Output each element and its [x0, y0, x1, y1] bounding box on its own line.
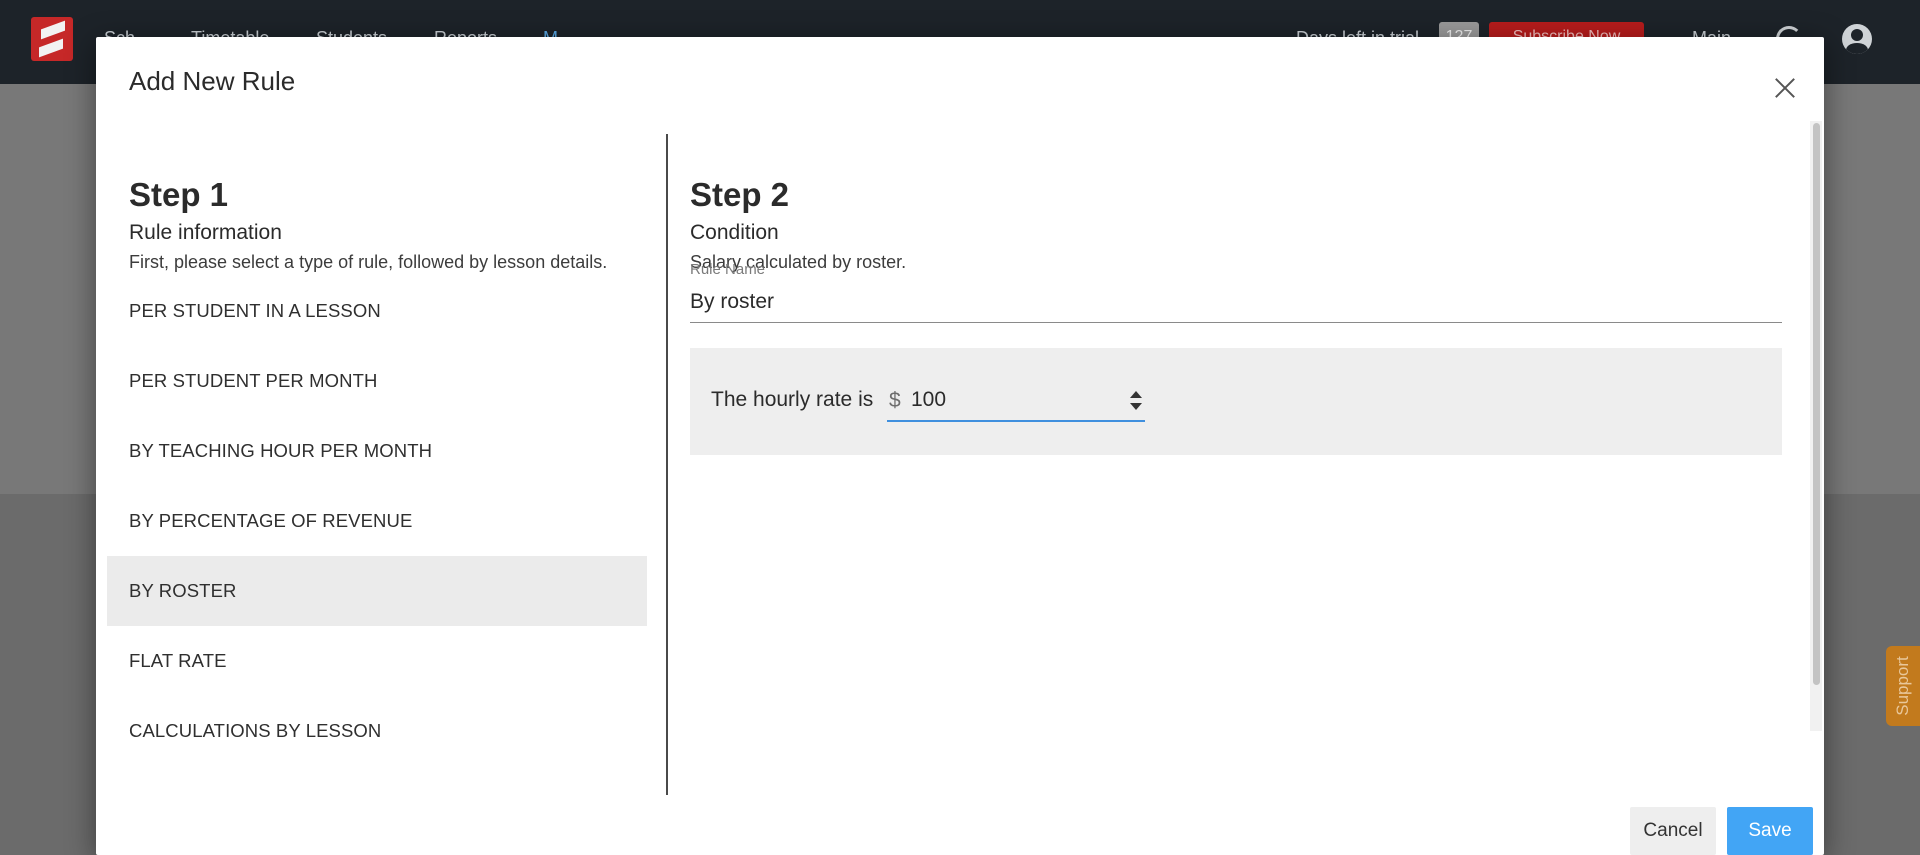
rule-item-per-student-month[interactable]: PER STUDENT PER MONTH — [107, 346, 647, 416]
hourly-rate-label: The hourly rate is — [711, 388, 874, 411]
number-stepper-icon[interactable] — [1130, 391, 1142, 413]
rule-item-calculations-lesson[interactable]: CALCULATIONS BY LESSON — [107, 696, 647, 766]
hourly-rate-input[interactable] — [911, 384, 1111, 416]
currency-symbol: $ — [889, 389, 901, 412]
add-rule-dialog: Add New Rule Step 1 Rule information Fir… — [96, 37, 1824, 855]
step1-subtitle: Rule information — [129, 221, 282, 244]
rule-name-label: Rule Name — [690, 261, 766, 278]
step-divider — [666, 134, 668, 795]
user-avatar-icon[interactable] — [1842, 24, 1872, 54]
step2-subtitle: Condition — [690, 221, 779, 244]
close-icon[interactable] — [1769, 72, 1801, 104]
dialog-title: Add New Rule — [129, 66, 296, 96]
rule-item-percentage-revenue[interactable]: BY PERCENTAGE OF REVENUE — [107, 486, 647, 556]
step1-heading: Step 1 — [129, 176, 229, 213]
condition-panel: The hourly rate is $ — [690, 348, 1782, 455]
support-tab[interactable]: Support — [1886, 646, 1920, 726]
rule-item-teaching-hour[interactable]: BY TEACHING HOUR PER MONTH — [107, 416, 647, 486]
rule-type-list: PER STUDENT IN A LESSON PER STUDENT PER … — [107, 276, 647, 794]
step2-heading: Step 2 — [690, 176, 790, 213]
save-button[interactable]: Save — [1727, 807, 1813, 855]
app-logo-icon[interactable] — [31, 17, 73, 61]
step1-description: First, please select a type of rule, fol… — [129, 252, 608, 272]
hourly-rate-field: $ — [887, 382, 1145, 422]
dialog-scrollbar-thumb[interactable] — [1813, 123, 1820, 685]
rule-name-input[interactable] — [690, 282, 1782, 323]
rule-item-by-roster[interactable]: BY ROSTER — [107, 556, 647, 626]
rule-item-calculations-month[interactable]: CALCULATIONS BY MONTH — [107, 766, 647, 794]
cancel-button[interactable]: Cancel — [1630, 807, 1716, 855]
rule-item-per-student-lesson[interactable]: PER STUDENT IN A LESSON — [107, 276, 647, 346]
support-tab-label: Support — [1893, 656, 1912, 716]
rule-item-flat-rate[interactable]: FLAT RATE — [107, 626, 647, 696]
